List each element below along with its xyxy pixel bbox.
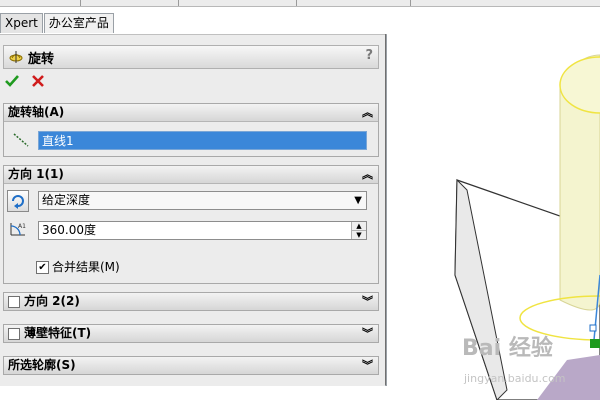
- section-axis-label: 旋转轴(A): [8, 105, 65, 119]
- revolve-icon: [9, 51, 23, 63]
- section-thin-header[interactable]: 薄壁特征(T) ︾: [4, 325, 378, 342]
- watermark-logo: Bai 经验: [462, 336, 553, 361]
- end-condition-value: 给定深度: [42, 193, 91, 207]
- section-direction1-label: 方向 1(1): [8, 167, 64, 181]
- section-direction2-label: 方向 2(2): [24, 294, 80, 308]
- dropdown-arrow-icon: ▼: [354, 195, 362, 206]
- angle-icon: A1: [10, 223, 26, 236]
- panel-splitter[interactable]: [385, 34, 386, 385]
- watermark-url: jingyan.baidu.com: [464, 372, 566, 385]
- axis-selection-field[interactable]: 直线1: [38, 131, 367, 150]
- direction2-checkbox[interactable]: [8, 296, 20, 308]
- section-axis-header[interactable]: 旋转轴(A) ︽: [4, 104, 378, 122]
- section-thin-label: 薄壁特征(T): [24, 326, 92, 340]
- section-direction2: 方向 2(2) ︾: [3, 292, 379, 311]
- tab-xpert[interactable]: Xpert: [0, 13, 43, 33]
- command-tabs: Xpert 办公室产品: [0, 13, 115, 33]
- reverse-direction-button[interactable]: [7, 190, 29, 212]
- spin-up-button[interactable]: ▲: [352, 222, 366, 231]
- chevron-down-icon[interactable]: ︾: [362, 293, 373, 310]
- merge-result-label: 合并结果(M): [52, 260, 120, 274]
- sketch-point: [589, 324, 597, 332]
- help-button[interactable]: ?: [365, 48, 373, 63]
- angle-input[interactable]: 360.00度 ▲ ▼: [38, 221, 367, 240]
- tab-office-products[interactable]: 办公室产品: [43, 13, 114, 33]
- section-direction1: 方向 1(1) ︽ 给定深度 ▼ A1 360.00度 ▲ ▼ ✔ 合并结果(M…: [3, 165, 379, 284]
- toolbar-separator: [178, 0, 179, 6]
- axis-selection-value: 直线1: [42, 134, 74, 148]
- reverse-direction-icon: [12, 195, 24, 209]
- section-direction2-header[interactable]: 方向 2(2) ︾: [4, 293, 378, 310]
- section-contours-header[interactable]: 所选轮廓(S) ︾: [4, 357, 378, 374]
- chevron-up-icon[interactable]: ︽: [362, 166, 373, 183]
- panel-title: 旋转: [28, 52, 55, 67]
- chevron-down-icon[interactable]: ︾: [362, 325, 373, 342]
- angle-spinner: ▲ ▼: [351, 222, 366, 239]
- panel-title-bar: 旋转 ?: [3, 45, 379, 69]
- section-direction1-header[interactable]: 方向 1(1) ︽: [4, 166, 378, 184]
- section-axis: 旋转轴(A) ︽ 直线1: [3, 103, 379, 157]
- chevron-up-icon[interactable]: ︽: [362, 104, 373, 121]
- axis-line-icon: [13, 133, 29, 147]
- chevron-down-icon[interactable]: ︾: [362, 357, 373, 374]
- end-condition-select[interactable]: 给定深度 ▼: [38, 191, 367, 210]
- svg-text:A1: A1: [18, 223, 26, 230]
- thin-feature-checkbox[interactable]: [8, 328, 20, 340]
- section-thin-feature: 薄壁特征(T) ︾: [3, 324, 379, 343]
- property-manager-panel: 旋转 ? 旋转轴(A) ︽ 直线1 方向 1(1) ︽ 给定深度 ▼ A1 36…: [0, 34, 387, 386]
- toolbar-separator: [296, 0, 297, 6]
- angle-value: 360.00度: [42, 223, 96, 237]
- red-x-icon[interactable]: [30, 73, 46, 89]
- spin-down-button[interactable]: ▼: [352, 231, 366, 239]
- origin-marker: [590, 339, 600, 348]
- toolbar-separator: [80, 0, 81, 6]
- section-contours-label: 所选轮廓(S): [8, 358, 76, 372]
- checkbox-checked-icon[interactable]: ✔: [36, 261, 49, 274]
- section-selected-contours: 所选轮廓(S) ︾: [3, 356, 379, 375]
- green-check-icon[interactable]: [4, 73, 20, 89]
